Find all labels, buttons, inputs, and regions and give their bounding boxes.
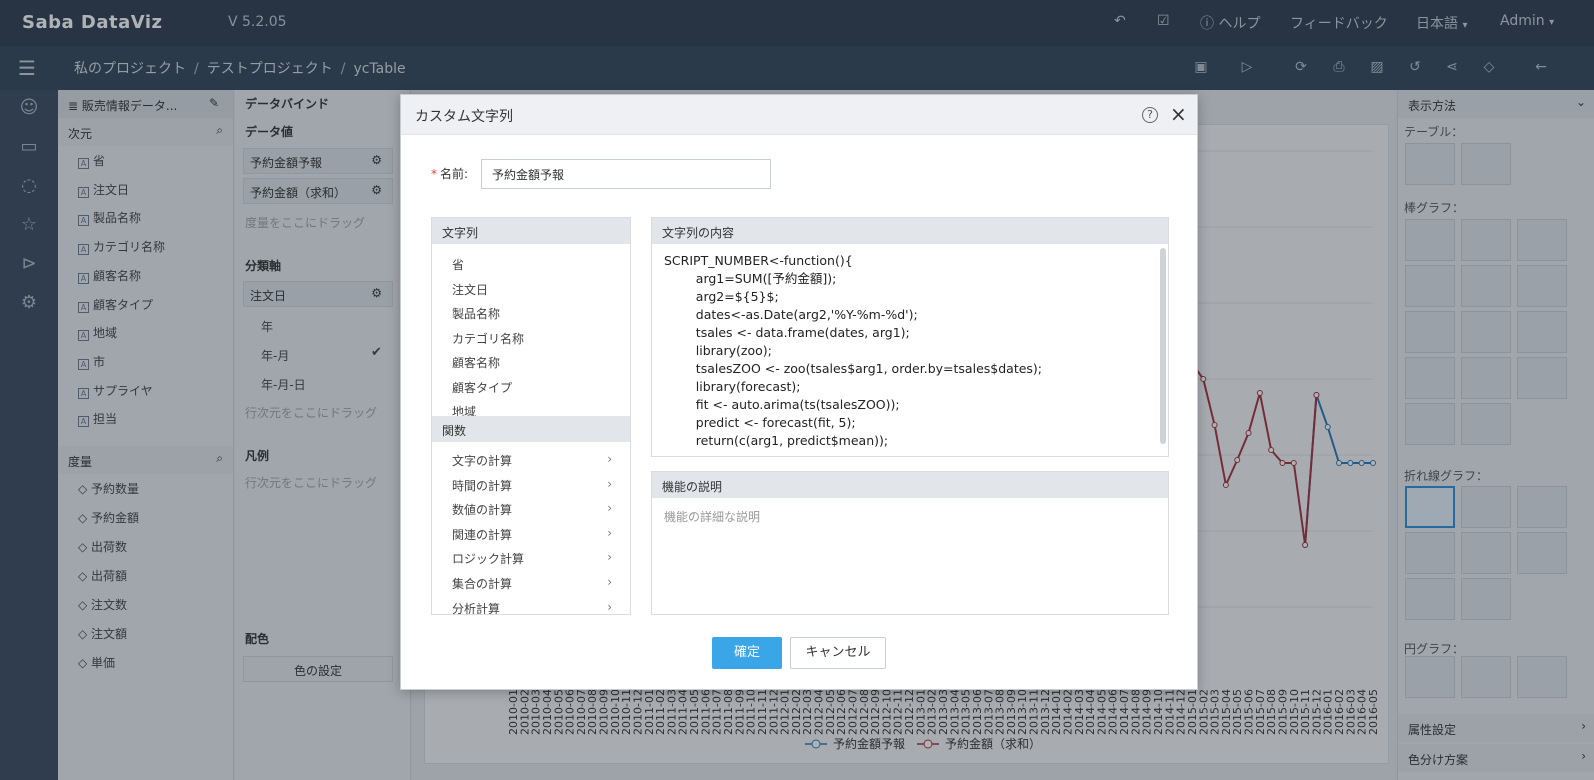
chevron-right-icon: › — [607, 550, 612, 565]
description-input[interactable]: 機能の詳細な説明 — [664, 508, 760, 525]
field-function-list: 文字列 省注文日 製品名称 カテゴリ名称 顧客名称 顧客タイプ 地域 関数 › 文字の計算 ›… — [431, 217, 631, 615]
chevron-right-icon: › — [607, 599, 612, 614]
string-field-item[interactable]: 省 — [452, 256, 464, 273]
function-category[interactable]: › 関連の計算 — [452, 526, 612, 543]
chevron-right-icon: › — [607, 575, 612, 589]
string-field-item-label: 省 — [452, 258, 465, 272]
close-icon[interactable]: × — [1170, 103, 1187, 125]
description-box: 機能の説明 機能の詳細な説明 — [651, 471, 1169, 615]
string-field-item[interactable]: 顧客タイプ — [452, 379, 512, 396]
chevron-right-icon: › — [607, 476, 612, 491]
function-category[interactable]: › 集合の計算 — [452, 575, 612, 592]
string-field-item-label: カテゴリ名称 — [452, 331, 525, 346]
string-field-item[interactable]: カテゴリ名称 — [452, 330, 524, 347]
function-category[interactable]: › 文字の計算 — [452, 452, 612, 469]
custom-string-dialog: カスタム文字列 ? × *名前: 文字列 省注文日製品名称カテゴリ名称顧客名称顧… — [400, 94, 1198, 690]
name-label-text: 名前: — [440, 167, 469, 181]
string-field-item[interactable]: 顧客名称 — [452, 354, 500, 371]
function-category-label: 文字の計算 — [452, 454, 513, 468]
string-field-item-label: 注文日 — [452, 282, 489, 297]
function-category-label: 関連の計算 — [452, 527, 513, 542]
name-label: * 名前: — [431, 167, 469, 181]
function-category[interactable]: › 時間の計算 — [452, 477, 612, 494]
functions-header: 関数 — [432, 416, 630, 442]
confirm-button[interactable]: 確定 — [712, 637, 782, 669]
string-field-item-label: 製品名称 — [452, 307, 501, 321]
function-category[interactable]: › 分析計算 — [452, 599, 612, 615]
function-category-label: 数値の計算 — [452, 503, 513, 518]
dialog-title: カスタム文字列 — [415, 109, 513, 125]
content-header: 文字列の内容 — [652, 218, 1168, 244]
string-content-box: 文字列の内容 SCRIPT_NUMBER<-function(){ arg1=S… — [651, 217, 1169, 457]
string-field-item[interactable]: 製品名称 — [452, 305, 500, 322]
dialog-header: カスタム文字列 ? × — [401, 95, 1197, 135]
strings-header: 文字列 — [432, 218, 630, 244]
chevron-right-icon: › — [607, 452, 612, 466]
chevron-right-icon: › — [607, 525, 612, 540]
chevron-right-icon: › — [607, 501, 612, 516]
desc-header: 機能の説明 — [652, 472, 1168, 498]
function-category-label: ロジック計算 — [452, 552, 525, 567]
string-field-item-label: 顧客名称 — [452, 356, 501, 370]
string-field-item-label: 顧客タイプ — [452, 380, 513, 395]
function-category-label: 集合の計算 — [452, 577, 513, 591]
script-editor[interactable]: SCRIPT_NUMBER<-function(){ arg1=SUM([予約金… — [664, 252, 1152, 452]
scrollbar[interactable] — [1160, 248, 1166, 444]
help-icon[interactable]: ? — [1142, 107, 1158, 123]
function-category[interactable]: › 数値の計算 — [452, 501, 612, 518]
name-input[interactable] — [481, 159, 771, 189]
function-category-label: 時間の計算 — [452, 478, 513, 493]
function-category-label: 分析計算 — [452, 601, 501, 615]
function-category[interactable]: › ロジック計算 — [452, 550, 612, 567]
string-field-item[interactable]: 注文日 — [452, 281, 488, 298]
cancel-button[interactable]: キャンセル — [790, 637, 886, 669]
